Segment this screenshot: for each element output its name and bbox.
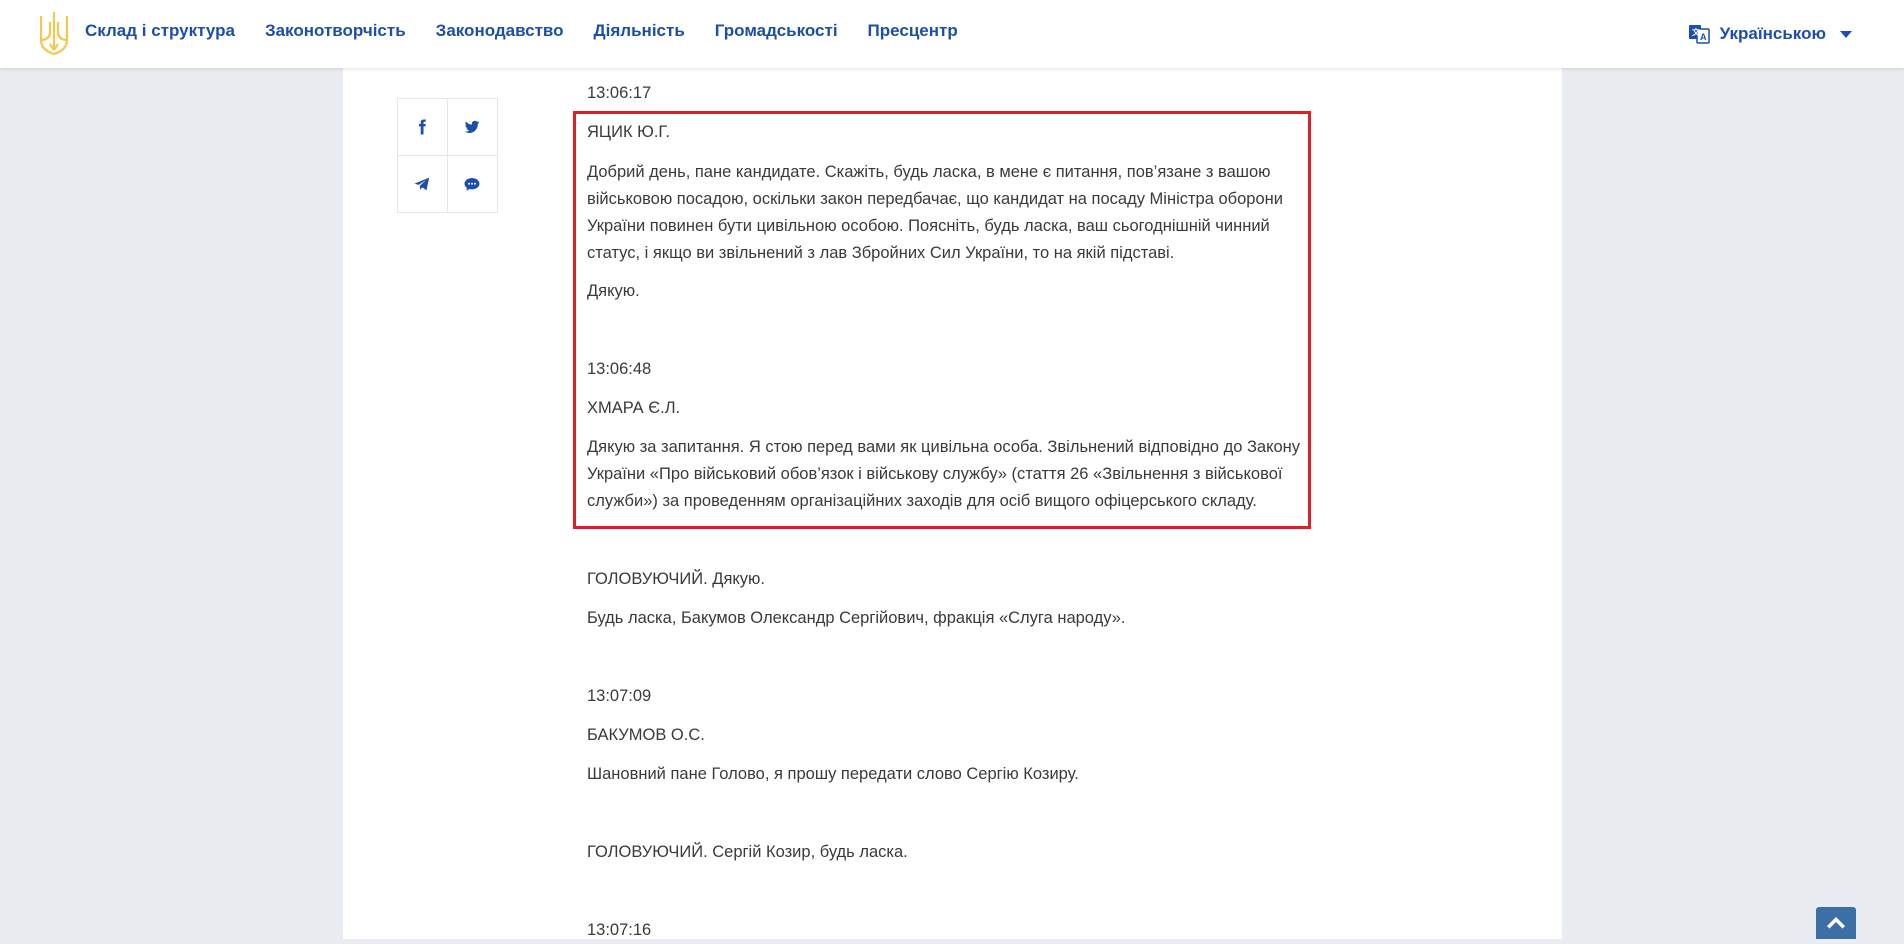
timestamp: 13:07:09 xyxy=(587,687,652,705)
translate-icon: 文 A xyxy=(1688,25,1710,44)
share-chat-button[interactable] xyxy=(448,156,498,213)
speech-paragraph: Дякую за запитання. Я стою перед вами як… xyxy=(587,438,1301,510)
nav-item-lawmaking[interactable]: Законотворчість xyxy=(265,21,406,41)
speaker-name: ХМАРА Є.Л. xyxy=(587,399,681,417)
speaker-name: ЯЦИК Ю.Г. xyxy=(587,123,670,141)
share-facebook-button[interactable] xyxy=(398,99,448,156)
timestamp: 13:06:48 xyxy=(587,360,652,378)
speech-paragraph: Шановний пане Голово, я прошу передати с… xyxy=(587,765,1079,783)
speaker-name: БАКУМОВ О.С. xyxy=(587,726,705,744)
site-header: Склад і структура Законотворчість Законо… xyxy=(0,0,1904,68)
language-label: Українською xyxy=(1719,24,1826,43)
speech-paragraph: Добрий день, пане кандидате. Скажіть, бу… xyxy=(587,163,1283,262)
speech-paragraph: ГОЛОВУЮЧИЙ. Сергій Козир, будь ласка. xyxy=(587,843,908,861)
trident-logo-icon[interactable] xyxy=(38,10,70,58)
speech-paragraph: ГОЛОВУЮЧИЙ. Дякую. xyxy=(587,570,765,588)
nav-item-press-center[interactable]: Пресцентр xyxy=(868,21,958,41)
share-telegram-button[interactable] xyxy=(398,155,448,212)
speech-paragraph: Дякую. xyxy=(587,282,640,300)
nav-item-legislation[interactable]: Законодавство xyxy=(436,21,564,41)
chat-icon xyxy=(464,177,480,191)
main-nav: Склад і структура Законотворчість Законо… xyxy=(85,0,988,62)
svg-text:A: A xyxy=(1700,32,1707,42)
speech-paragraph: Будь ласка, Бакумов Олександр Сергійович… xyxy=(587,609,1126,627)
timestamp: 13:06:17 xyxy=(587,84,652,102)
nav-item-public[interactable]: Громадськості xyxy=(715,21,838,41)
chevron-down-icon xyxy=(1840,30,1852,38)
facebook-icon xyxy=(419,119,426,135)
twitter-icon xyxy=(464,120,480,133)
nav-item-activity[interactable]: Діяльність xyxy=(594,21,685,41)
telegram-icon xyxy=(414,177,430,191)
timestamp: 13:07:16 xyxy=(587,921,652,939)
share-panel xyxy=(397,98,498,213)
chevron-up-icon xyxy=(1827,917,1845,929)
nav-item-structure[interactable]: Склад і структура xyxy=(85,21,235,41)
language-selector[interactable]: 文 A Українською xyxy=(1688,0,1852,68)
scroll-to-top-button[interactable] xyxy=(1816,907,1856,939)
share-twitter-button[interactable] xyxy=(447,99,497,156)
